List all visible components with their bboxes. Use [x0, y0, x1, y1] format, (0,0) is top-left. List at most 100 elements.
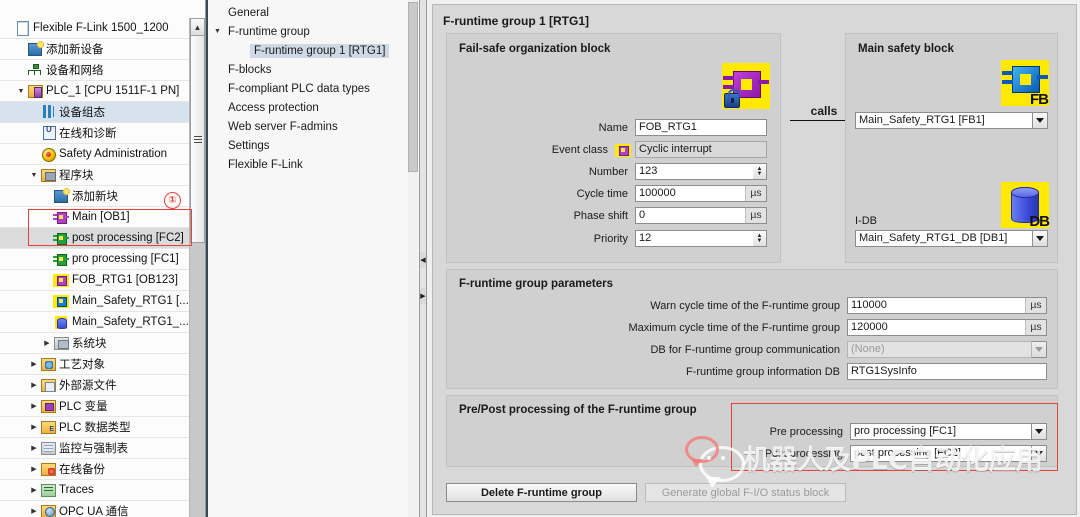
chevron-right-icon[interactable]: ▶ [28, 402, 40, 410]
tree-item-label: 程序块 [59, 170, 94, 182]
chevron-right-icon[interactable]: ▶ [28, 360, 40, 368]
phase-shift-input[interactable]: 0 µs [635, 207, 767, 224]
tree-item-5[interactable]: 在线和诊断 [0, 123, 205, 144]
nav-item-6[interactable]: Web server F-admins [208, 117, 419, 136]
tree-item-10[interactable]: post processing [FC2] [0, 228, 205, 249]
idb-dropdown-icon[interactable] [1033, 230, 1048, 247]
name-input[interactable]: FOB_RTG1 [635, 119, 767, 136]
f-ob-block-big-icon [722, 63, 770, 109]
cycle-time-input[interactable]: 100000 µs [635, 185, 767, 202]
project-tree-scrollbar[interactable]: ▲ [189, 18, 205, 517]
f-runtime-group-parameters-group: F-runtime group parameters Warn cycle ti… [446, 269, 1058, 389]
tree-item-17[interactable]: ▶ 外部源文件 [0, 375, 205, 396]
tree-item-23[interactable]: ▶ OPC UA 通信 [0, 501, 205, 517]
tree-item-12[interactable]: FOB_RTG1 [OB123] [0, 270, 205, 291]
tree-item-label: PLC 变量 [59, 401, 108, 413]
chevron-right-icon[interactable]: ▶ [28, 465, 40, 473]
delete-f-runtime-group-button[interactable]: Delete F-runtime group [446, 483, 637, 502]
tree-item-3[interactable]: ▼ PLC_1 [CPU 1511F-1 PN] [0, 81, 205, 102]
params-row-2: DB for F-runtime group communication (Non… [447, 341, 1047, 358]
nav-item-0[interactable]: General [208, 3, 419, 22]
params-row-value: 110000 [851, 299, 887, 311]
chevron-right-icon[interactable]: ▶ [41, 339, 53, 347]
params-row-combo-value: (None) [847, 341, 1032, 358]
nav-item-2[interactable]: F-runtime group 1 [RTG1] [208, 41, 419, 60]
field-row-pre-processing: Pre processing pro processing [FC1] [447, 423, 1047, 440]
project-tree-panel: Flexible F-Link 1500_1200 添加新设备 设备和网络 ▼ PLC_… [0, 0, 206, 517]
nav-scrollbar[interactable] [408, 0, 418, 517]
scroll-up-icon[interactable]: ▲ [190, 18, 205, 36]
params-row-0: Warn cycle time of the F-runtime group 11… [447, 297, 1047, 314]
main-safety-block-group: Main safety block FB Main_Safety_RTG1 [F… [845, 33, 1058, 263]
nav-item-8[interactable]: Flexible F-Link [208, 155, 419, 174]
main-safety-fb-dropdown-icon[interactable] [1033, 112, 1048, 129]
tree-item-11[interactable]: pro processing [FC1] [0, 249, 205, 270]
field-row-post-processing: Post processing post processing [FC2] [447, 445, 1047, 462]
params-group-title: F-runtime group parameters [459, 278, 613, 290]
nav-scrollbar-thumb[interactable] [408, 2, 418, 172]
tree-item-15[interactable]: ▶ 系统块 [0, 333, 205, 354]
nav-item-label: Settings [228, 139, 270, 152]
nav-item-4[interactable]: F-compliant PLC data types [208, 79, 419, 98]
tree-item-label: Traces [59, 484, 94, 496]
tree-item-label: Safety Administration [59, 148, 168, 160]
online-backups-icon [40, 462, 56, 476]
priority-spinner[interactable]: ▲ ▼ [753, 230, 767, 247]
tree-item-16[interactable]: ▶ 工艺对象 [0, 354, 205, 375]
idb-combo-value[interactable]: Main_Safety_RTG1_DB [DB1] [855, 230, 1033, 247]
tree-item-4[interactable]: 设备组态 [0, 102, 205, 123]
params-row-input[interactable]: RTG1SysInfo [847, 363, 1047, 380]
chevron-right-icon[interactable]: ▶ [28, 381, 40, 389]
field-row-event-class: Event class Cyclic interrupt [447, 141, 767, 158]
number-spinner[interactable]: ▲ ▼ [753, 163, 767, 180]
tree-item-9[interactable]: Main [OB1] [0, 207, 205, 228]
main-safety-fb-combo-value[interactable]: Main_Safety_RTG1 [FB1] [855, 112, 1033, 129]
pre-processing-dropdown-icon[interactable] [1032, 423, 1047, 440]
chevron-down-icon[interactable]: ▼ [214, 28, 226, 35]
tree-item-18[interactable]: ▶ PLC 变量 [0, 396, 205, 417]
tree-item-19[interactable]: ▶ PLC 数据类型 [0, 417, 205, 438]
devices-networks-icon [27, 63, 43, 77]
tree-item-6[interactable]: Safety Administration [0, 144, 205, 165]
annotation-marker-1: ① [164, 192, 181, 209]
nav-item-label: F-blocks [228, 63, 272, 76]
tree-item-2[interactable]: 设备和网络 [0, 60, 205, 81]
post-processing-combo-value[interactable]: post processing [FC2] [850, 445, 1032, 462]
traces-icon [40, 483, 56, 497]
priority-input[interactable]: 12 [635, 230, 753, 247]
tree-item-label: FOB_RTG1 [OB123] [72, 274, 178, 286]
scrollbar-thumb[interactable] [190, 35, 205, 243]
pre-processing-combo-value[interactable]: pro processing [FC1] [850, 423, 1032, 440]
number-input[interactable]: 123 [635, 163, 753, 180]
nav-item-1[interactable]: ▼ F-runtime group [208, 22, 419, 41]
tree-item-14[interactable]: Main_Safety_RTG1_... [0, 312, 205, 333]
tree-item-22[interactable]: ▶ Traces [0, 480, 205, 501]
plc-folder-icon [27, 84, 43, 98]
chevron-right-icon[interactable]: ▶ [28, 444, 40, 452]
settings-nav-list[interactable]: General ▼ F-runtime group F-runtime group 1… [208, 0, 419, 174]
tree-item-0[interactable]: Flexible F-Link 1500_1200 [0, 18, 205, 39]
tree-item-1[interactable]: 添加新设备 [0, 39, 205, 60]
chevron-down-icon[interactable]: ▼ [15, 88, 27, 95]
tree-item-21[interactable]: ▶ 在线备份 [0, 459, 205, 480]
nav-item-7[interactable]: Settings [208, 136, 419, 155]
tree-item-13[interactable]: Main_Safety_RTG1 [... [0, 291, 205, 312]
nav-item-5[interactable]: Access protection [208, 98, 419, 117]
chevron-right-icon[interactable]: ▶ [28, 423, 40, 431]
project-tree-list[interactable]: Flexible F-Link 1500_1200 添加新设备 设备和网络 ▼ PLC_… [0, 18, 205, 517]
params-row-input[interactable]: 120000 µs [847, 319, 1047, 336]
params-row-input[interactable]: 110000 µs [847, 297, 1047, 314]
fc-block-icon [53, 252, 69, 266]
post-processing-dropdown-icon[interactable] [1032, 445, 1047, 462]
panel-splitter[interactable]: ◀ ▶ [419, 0, 427, 517]
splitter-collapse-right-icon[interactable]: ▶ [420, 288, 426, 304]
main-safety-group-title: Main safety block [858, 43, 954, 55]
nav-item-3[interactable]: F-blocks [208, 60, 419, 79]
splitter-collapse-left-icon[interactable]: ◀ [420, 252, 426, 268]
tree-item-7[interactable]: ▼ 程序块 [0, 165, 205, 186]
chevron-down-icon[interactable]: ▼ [28, 172, 40, 179]
chevron-right-icon[interactable]: ▶ [28, 507, 40, 515]
chevron-right-icon[interactable]: ▶ [28, 486, 40, 494]
generate-global-status-block-button: Generate global F-I/O status block [645, 483, 846, 502]
tree-item-20[interactable]: ▶ 监控与强制表 [0, 438, 205, 459]
